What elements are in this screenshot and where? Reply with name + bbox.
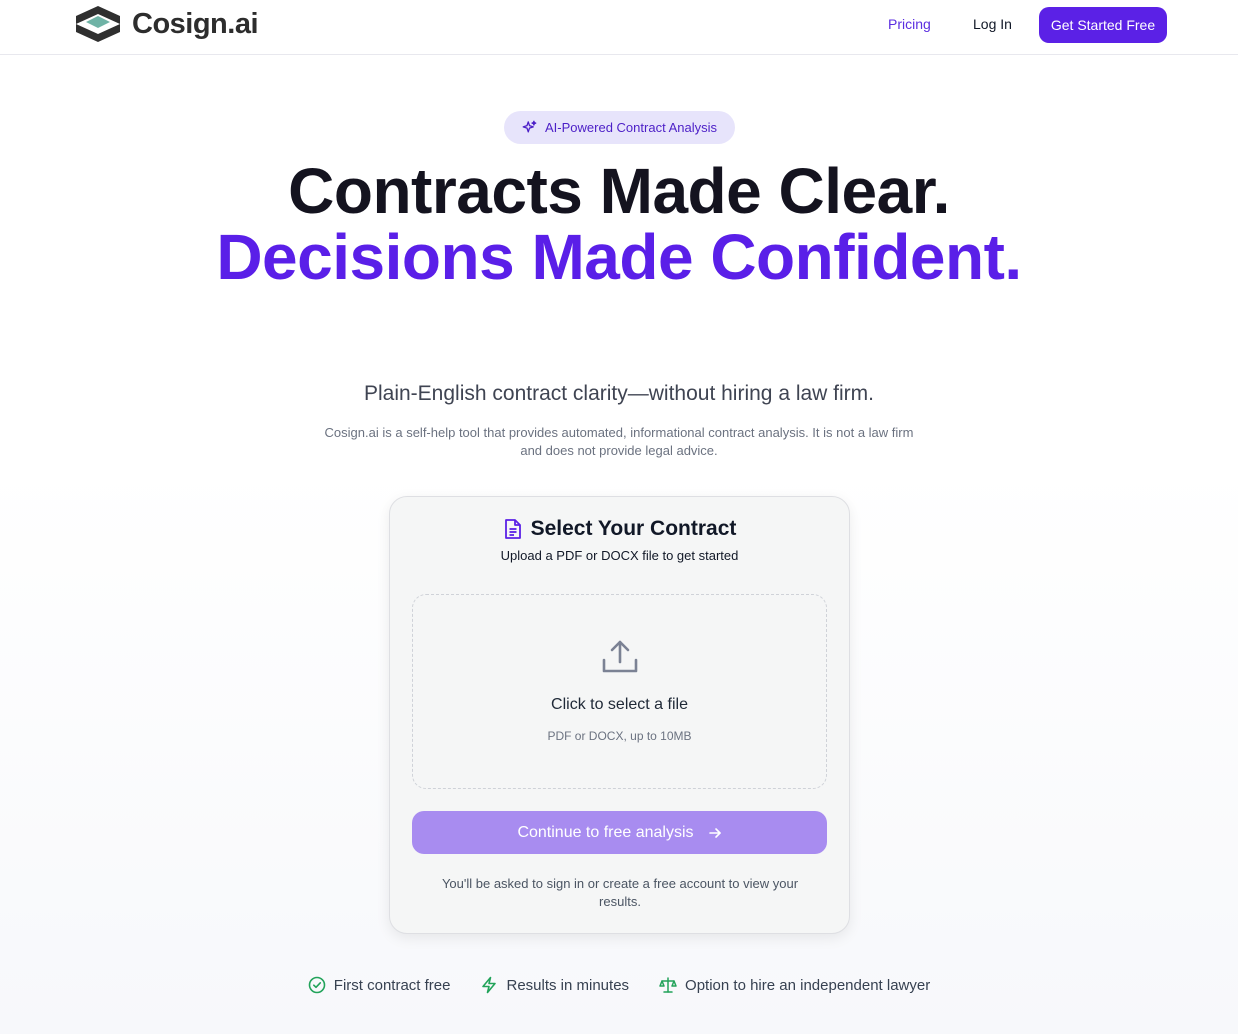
feature-item: Option to hire an independent lawyer [659, 976, 930, 994]
file-dropzone[interactable]: Click to select a file PDF or DOCX, up t… [412, 594, 827, 789]
dropzone-title: Click to select a file [551, 696, 688, 713]
feature-label: First contract free [333, 976, 451, 994]
hero-subhead: Plain-English contract clarity—without h… [363, 382, 875, 405]
upload-icon [602, 640, 638, 673]
lightning-icon [482, 976, 497, 994]
upload-card-title-text: Select Your Contract [530, 517, 737, 540]
nav-login-link[interactable]: Log In [973, 16, 1012, 32]
navbar: Cosign.ai Pricing Log In Get Started Fre… [0, 0, 1238, 55]
hero-line-1: Contracts Made Clear. [288, 155, 950, 227]
sparkles-icon [522, 120, 537, 133]
dropzone-hint: PDF or DOCX, up to 10MB [547, 729, 692, 743]
check-circle-icon [308, 976, 326, 994]
hero-headline: Contracts Made Clear. Decisions Made Con… [0, 158, 1238, 290]
cosign-logo-icon [76, 6, 120, 42]
feature-item: Results in minutes [480, 976, 629, 994]
nav-pricing-link[interactable]: Pricing [888, 16, 931, 32]
brand-name: Cosign.ai [132, 7, 259, 40]
upload-card-subtitle: Upload a PDF or DOCX file to get started [500, 548, 739, 563]
arrow-right-icon [708, 827, 721, 838]
brand-logo[interactable]: Cosign.ai [72, 4, 259, 44]
scale-icon [659, 977, 677, 993]
upload-card: Select Your Contract Upload a PDF or DOC… [389, 496, 850, 934]
legal-disclaimer: Cosign.ai is a self-help tool that provi… [324, 425, 914, 458]
get-started-button[interactable]: Get Started Free [1039, 7, 1167, 43]
document-icon [504, 519, 521, 539]
upload-card-title: Select Your Contract [390, 517, 849, 541]
feature-item: First contract free [308, 976, 451, 994]
badge-label: AI-Powered Contract Analysis [545, 120, 717, 135]
continue-button-label: Continue to free analysis [517, 823, 694, 841]
continue-analysis-button[interactable]: Continue to free analysis [412, 811, 827, 854]
feature-list: First contract free Results in minutes O… [0, 976, 1238, 994]
sign-in-note: You'll be asked to sign in or create a f… [441, 876, 799, 909]
feature-label: Results in minutes [506, 976, 630, 994]
feature-label: Option to hire an independent lawyer [685, 976, 931, 994]
hero-line-2: Decisions Made Confident. [216, 221, 1022, 293]
ai-badge: AI-Powered Contract Analysis [504, 111, 735, 144]
